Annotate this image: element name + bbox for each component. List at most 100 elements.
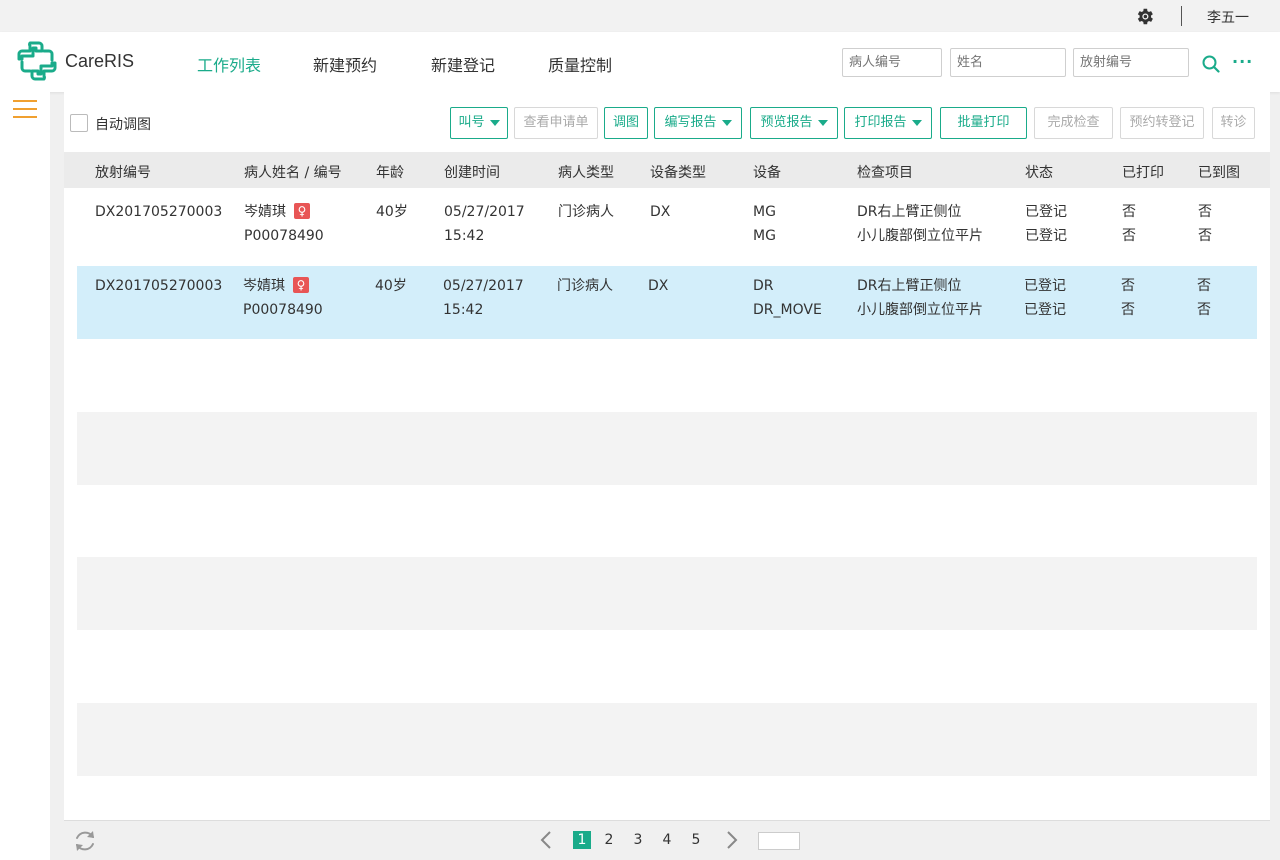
write-report-button[interactable]: 编写报告 [654, 107, 742, 139]
cell-age: 40岁 [376, 204, 408, 220]
sidebar [0, 92, 50, 860]
col-printed[interactable]: 已打印 [1122, 162, 1164, 182]
cell-modality: DX [648, 278, 669, 294]
call-button[interactable]: 叫号 [450, 107, 508, 139]
auto-load-label: 自动调图 [95, 117, 151, 133]
cell-exam-item: 小儿腹部倒立位平片 [857, 302, 983, 318]
appointment-to-registration-button[interactable]: 预约转登记 [1120, 107, 1204, 139]
patient-id-input[interactable] [842, 48, 942, 77]
cell-device: MG [753, 228, 776, 244]
cell-image-arrived: 否 [1198, 204, 1212, 220]
cell-radiology-id: DX201705270003 [95, 278, 223, 294]
col-patient-name-id[interactable]: 病人姓名 / 编号 [244, 162, 342, 182]
cell-patient-type: 门诊病人 [557, 278, 613, 294]
col-device[interactable]: 设备 [753, 162, 781, 182]
app-logo-icon [17, 41, 57, 81]
cell-patient-id: P00078490 [243, 302, 323, 318]
cell-status: 已登记 [1025, 204, 1067, 220]
col-status[interactable]: 状态 [1025, 162, 1053, 182]
cell-patient-type: 门诊病人 [558, 204, 614, 220]
cell-time: 15:42 [443, 302, 484, 318]
col-age[interactable]: 年龄 [376, 162, 404, 182]
col-exam-item[interactable]: 检查项目 [857, 162, 913, 182]
empty-row [77, 703, 1257, 776]
cell-device: DR [753, 278, 774, 294]
cell-exam-item: 小儿腹部倒立位平片 [857, 228, 983, 244]
table-row[interactable]: DX201705270003 岑婧琪 ♀ P00078490 40岁 05/27/… [77, 266, 1257, 339]
caret-down-icon [817, 119, 828, 126]
radiology-id-input[interactable] [1073, 48, 1189, 77]
cell-date: 05/27/2017 [443, 278, 524, 294]
female-icon: ♀ [294, 203, 310, 219]
next-page-icon[interactable] [724, 830, 740, 850]
page-3[interactable]: 3 [629, 831, 647, 849]
cell-age: 40岁 [375, 278, 407, 294]
cell-device: MG [753, 204, 776, 220]
auto-load-checkbox[interactable] [70, 114, 88, 132]
top-strip: 李五一 [0, 0, 1280, 32]
table-header: 放射编号 病人姓名 / 编号 年龄 创建时间 病人类型 设备类型 设备 检查项目… [64, 152, 1270, 188]
cell-device: DR_MOVE [753, 302, 822, 318]
page-jump-input[interactable] [758, 832, 800, 850]
app-name: CareRIS [65, 51, 135, 71]
gear-icon[interactable] [1134, 6, 1155, 27]
cell-image-arrived: 否 [1198, 228, 1212, 244]
previous-page-icon[interactable] [538, 830, 554, 850]
cell-patient-name: 岑婧琪 ♀ [243, 274, 309, 298]
cell-patient-name: 岑婧琪 ♀ [244, 200, 310, 224]
name-input[interactable] [950, 48, 1066, 77]
complete-exam-button[interactable]: 完成检查 [1034, 107, 1113, 139]
nav-new-appointment[interactable]: 新建预约 [313, 52, 377, 76]
cell-exam-item: DR右上臂正侧位 [857, 278, 962, 294]
menu-icon[interactable] [13, 100, 37, 120]
username[interactable]: 李五一 [1207, 7, 1249, 27]
table-row[interactable]: DX201705270003 岑婧琪 ♀ P00078490 40岁 05/27/… [77, 194, 1257, 267]
col-modality[interactable]: 设备类型 [650, 162, 706, 182]
cell-status: 已登记 [1024, 278, 1066, 294]
cell-printed: 否 [1121, 278, 1135, 294]
worklist-panel: 自动调图 叫号 查看申请单 调图 编写报告 预览报告 打印报告 批量打印 完成检… [64, 92, 1270, 820]
col-radiology-id[interactable]: 放射编号 [95, 162, 151, 182]
cell-date: 05/27/2017 [444, 204, 525, 220]
load-image-button[interactable]: 调图 [604, 107, 648, 139]
header: CareRIS 工作列表 新建预约 新建登记 质量控制 ··· [0, 32, 1280, 92]
cell-printed: 否 [1122, 204, 1136, 220]
caret-down-icon [489, 119, 500, 126]
divider [1181, 6, 1182, 26]
cell-radiology-id: DX201705270003 [95, 204, 223, 220]
batch-print-button[interactable]: 批量打印 [940, 107, 1027, 139]
empty-row [77, 412, 1257, 485]
transfer-button[interactable]: 转诊 [1212, 107, 1255, 139]
cell-status: 已登记 [1024, 302, 1066, 318]
cell-patient-id: P00078490 [244, 228, 324, 244]
page-5[interactable]: 5 [687, 831, 705, 849]
cell-image-arrived: 否 [1197, 302, 1211, 318]
page-1[interactable]: 1 [573, 831, 591, 849]
pagination-bar: 1 2 3 4 5 [64, 820, 1270, 860]
col-patient-type[interactable]: 病人类型 [558, 162, 614, 182]
cell-status: 已登记 [1025, 228, 1067, 244]
caret-down-icon [721, 119, 732, 126]
cell-modality: DX [650, 204, 671, 220]
nav-new-registration[interactable]: 新建登记 [431, 52, 495, 76]
cell-exam-item: DR右上臂正侧位 [857, 204, 962, 220]
cell-image-arrived: 否 [1197, 278, 1211, 294]
caret-down-icon [911, 119, 922, 126]
nav-worklist[interactable]: 工作列表 [197, 52, 261, 76]
cell-printed: 否 [1121, 302, 1135, 318]
more-icon[interactable]: ··· [1232, 52, 1253, 71]
cell-time: 15:42 [444, 228, 485, 244]
nav-quality-control[interactable]: 质量控制 [548, 52, 612, 76]
print-report-button[interactable]: 打印报告 [844, 107, 932, 139]
page-2[interactable]: 2 [600, 831, 618, 849]
search-icon[interactable] [1202, 55, 1220, 73]
preview-report-button[interactable]: 预览报告 [750, 107, 838, 139]
refresh-icon[interactable] [72, 828, 98, 854]
empty-row [77, 557, 1257, 630]
view-request-button[interactable]: 查看申请单 [514, 107, 598, 139]
col-image-arrived[interactable]: 已到图 [1198, 162, 1240, 182]
page-4[interactable]: 4 [658, 831, 676, 849]
female-icon: ♀ [293, 277, 309, 293]
col-created-time[interactable]: 创建时间 [444, 162, 500, 182]
cell-printed: 否 [1122, 228, 1136, 244]
